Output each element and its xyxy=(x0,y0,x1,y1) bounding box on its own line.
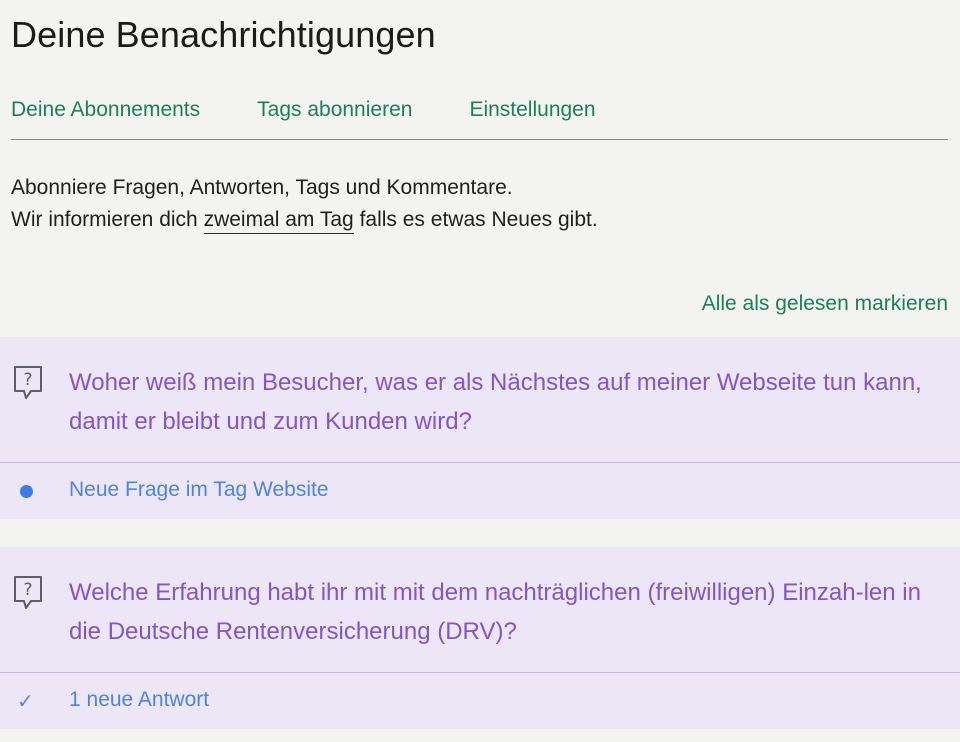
svg-text:?: ? xyxy=(23,580,32,600)
notification-question-title[interactable]: Woher weiß mein Besucher, was er als Näc… xyxy=(69,363,939,441)
notification-main: ? Woher weiß mein Besucher, was er als N… xyxy=(0,337,960,463)
unread-dot-icon xyxy=(20,485,33,498)
mark-all-read-link[interactable]: Alle als gelesen markieren xyxy=(702,292,948,316)
notification-status-row: ✓ 1 neue Antwort xyxy=(0,673,960,729)
subscription-tabs: Deine Abonnements Tags abonnieren Einste… xyxy=(11,96,948,140)
question-bubble-icon: ? xyxy=(14,576,42,609)
question-bubble-icon: ? xyxy=(14,366,42,399)
checkmark-icon: ✓ xyxy=(17,691,34,713)
tab-tags-abonnieren[interactable]: Tags abonnieren xyxy=(257,96,412,139)
tab-einstellungen[interactable]: Einstellungen xyxy=(469,96,595,139)
notification-status-row: Neue Frage im Tag Website xyxy=(0,463,960,519)
notification-card[interactable]: ? Woher weiß mein Besucher, was er als N… xyxy=(0,337,960,519)
notification-main: ? Welche Erfahrung habt ihr mit mit dem … xyxy=(0,547,960,673)
frequency-link[interactable]: zweimal am Tag xyxy=(203,208,354,234)
intro-line-2-prefix: Wir informieren dich xyxy=(11,208,204,231)
notification-status[interactable]: Neue Frage im Tag Website xyxy=(69,478,329,502)
notification-card[interactable]: ? Welche Erfahrung habt ihr mit mit dem … xyxy=(0,547,960,729)
intro-line-1: Abonniere Fragen, Antworten, Tags und Ko… xyxy=(11,176,513,199)
intro-text: Abonniere Fragen, Antworten, Tags und Ko… xyxy=(11,172,598,236)
notification-status[interactable]: 1 neue Antwort xyxy=(69,688,209,712)
tab-deine-abonnements[interactable]: Deine Abonnements xyxy=(11,96,200,139)
svg-text:?: ? xyxy=(23,370,32,390)
intro-line-2: Wir informieren dich zweimal am Tag fall… xyxy=(11,204,598,236)
intro-line-2-suffix: falls es etwas Neues gibt. xyxy=(353,208,598,231)
notification-question-title[interactable]: Welche Erfahrung habt ihr mit mit dem na… xyxy=(69,573,939,651)
page-title: Deine Benachrichtigungen xyxy=(11,14,436,55)
